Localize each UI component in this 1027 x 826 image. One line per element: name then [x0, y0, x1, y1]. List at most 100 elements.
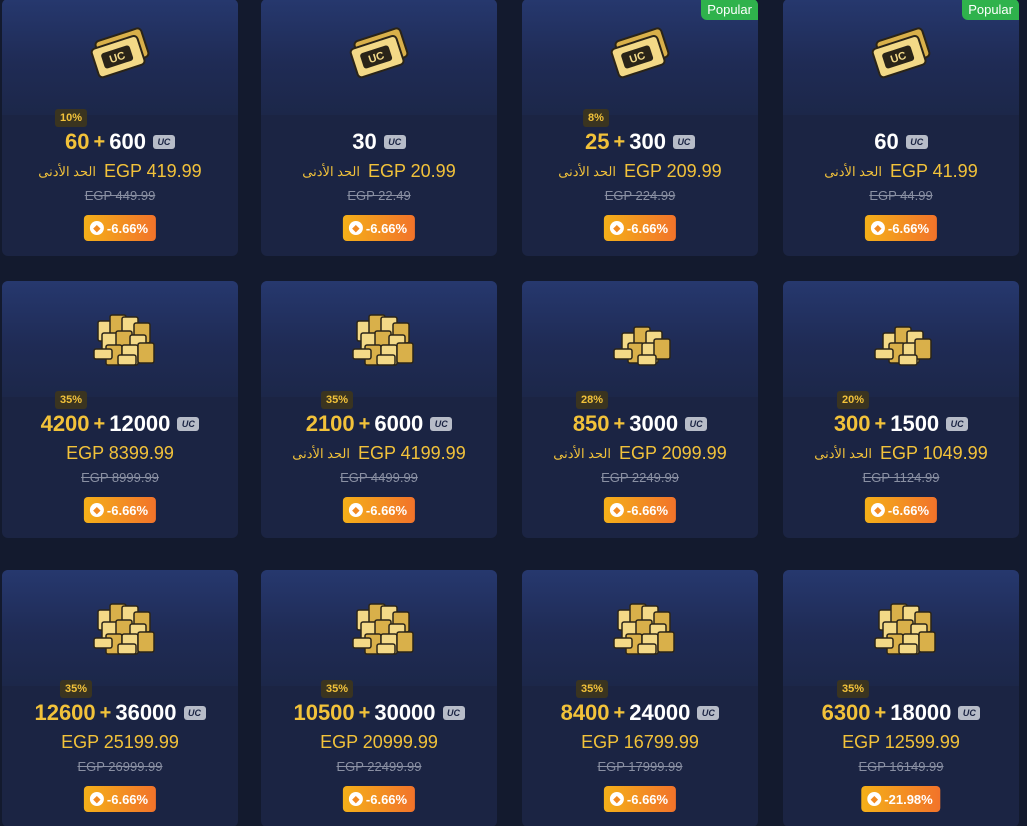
uc-amount: 8400 +24000 UC — [522, 700, 758, 726]
uc-card-icon: UC — [592, 21, 688, 91]
discount-badge: ◆ -6.66% — [603, 786, 677, 812]
uc-package-card[interactable]: 35% 10500 +30000 UC EGP 20999.99 EGP 22499.99… — [261, 570, 497, 826]
uc-package-card[interactable]: 35% 2100 +6000 UC الحد الأدنى EGP 4199.99 EGP … — [261, 281, 497, 538]
discount-badge: ◆ -6.66% — [864, 497, 938, 523]
discount-value: -6.66% — [365, 220, 408, 236]
discount-badge: ◆ -6.66% — [864, 215, 938, 241]
uc-icon: UC — [946, 417, 969, 431]
bonus-percent-badge: 35% — [320, 391, 354, 409]
discount-icon: ◆ — [89, 792, 104, 806]
bonus-percent-badge: 35% — [54, 391, 88, 409]
current-price: EGP 419.99 — [103, 161, 202, 181]
base-amount: 24000 — [629, 700, 691, 725]
plus-sign: + — [874, 412, 887, 435]
uc-amount: 4200 +12000 UC — [2, 411, 238, 437]
bonus-amount: 10500 — [293, 700, 355, 725]
minimum-label: الحد الأدنى — [553, 445, 611, 461]
uc-amount: 850 +3000 UC — [522, 411, 758, 437]
discount-badge: ◆ -6.66% — [603, 497, 677, 523]
uc-amount: 60 UC — [783, 129, 1019, 155]
original-price: EGP 8999.99 — [81, 470, 159, 485]
bonus-percent-badge: 10% — [54, 109, 88, 127]
base-amount: 36000 — [115, 700, 177, 725]
original-price: EGP 16149.99 — [858, 759, 944, 774]
uc-package-card[interactable]: 20% 300 +1500 UC الحد الأدنى EGP 1049.99 EGP 1… — [783, 281, 1019, 538]
discount-value: -21.98% — [884, 791, 933, 807]
uc-package-card[interactable]: Popular UC 60 UC الحد الأدنى EGP 41.99 EGP 4… — [783, 0, 1019, 256]
discount-badge: ◆ -6.66% — [342, 497, 416, 523]
current-price: EGP 1049.99 — [879, 443, 988, 463]
current-price: EGP 20.99 — [367, 161, 456, 181]
uc-amount: 300 +1500 UC — [783, 411, 1019, 437]
plus-sign: + — [613, 412, 626, 435]
uc-card-icon: UC — [853, 21, 949, 91]
price-row: الحد الأدنى EGP 20.99 — [261, 161, 497, 182]
discount-icon: ◆ — [870, 503, 885, 517]
price-row: الحد الأدنى EGP 209.99 — [522, 161, 758, 182]
bonus-amount: 4200 — [40, 411, 90, 436]
current-price: EGP 8399.99 — [66, 443, 174, 463]
uc-package-card[interactable]: 35% 8400 +24000 UC EGP 16799.99 EGP 17999.99 … — [522, 570, 758, 826]
base-amount: 30000 — [374, 700, 436, 725]
uc-package-card[interactable]: UC 10% 60 +600 UC الحد الأدنى EGP 419.99 EGP 4… — [2, 0, 238, 256]
popular-badge: Popular — [962, 0, 1019, 20]
original-price: EGP 4499.99 — [340, 470, 418, 485]
minimum-label: الحد الأدنى — [558, 163, 616, 179]
original-price: EGP 1124.99 — [862, 470, 940, 485]
base-amount: 300 — [629, 129, 666, 154]
original-price: EGP 17999.99 — [597, 759, 683, 774]
plus-sign: + — [613, 130, 626, 153]
uc-package-card[interactable]: 35% 6300 +18000 UC EGP 12599.99 EGP 16149.99 … — [783, 570, 1019, 826]
uc-package-card[interactable]: 35% 12600 +36000 UC EGP 25199.99 EGP 26999.99… — [2, 570, 238, 826]
bonus-percent-badge: 35% — [836, 680, 870, 698]
uc-package-card[interactable]: 35% 4200 +12000 UC EGP 8399.99 EGP 8999.99 ◆ … — [2, 281, 238, 538]
plus-sign: + — [93, 130, 106, 153]
price-row: الحد الأدنى EGP 4199.99 — [261, 443, 497, 464]
discount-icon: ◆ — [89, 221, 104, 235]
popular-badge: Popular — [701, 0, 758, 20]
current-price: EGP 12599.99 — [842, 732, 960, 752]
bonus-percent-badge: 35% — [575, 680, 609, 698]
original-price: EGP 44.99 — [869, 188, 933, 203]
discount-icon: ◆ — [609, 221, 624, 235]
current-price: EGP 4199.99 — [357, 443, 466, 463]
uc-package-card[interactable]: 28% 850 +3000 UC الحد الأدنى EGP 2099.99 EGP 2… — [522, 281, 758, 538]
uc-icon: UC — [905, 135, 928, 149]
discount-value: -6.66% — [106, 791, 149, 807]
uc-package-card[interactable]: UC 30 UC الحد الأدنى EGP 20.99 EGP 22.49 ◆ -… — [261, 0, 497, 256]
discount-icon: ◆ — [89, 503, 104, 517]
uc-icon: UC — [697, 706, 720, 720]
discount-value: -6.66% — [365, 791, 408, 807]
uc-package-card[interactable]: Popular UC 8% 25 +300 UC الحد الأدنى EGP 209.… — [522, 0, 758, 256]
price-row: EGP 16799.99 — [522, 732, 758, 753]
bonus-amount: 300 — [833, 411, 871, 436]
current-price: EGP 41.99 — [889, 161, 978, 181]
original-price: EGP 2249.99 — [601, 470, 679, 485]
discount-icon: ◆ — [348, 792, 363, 806]
bonus-amount: 6300 — [821, 700, 871, 725]
base-amount: 18000 — [890, 700, 952, 725]
bonus-amount: 60 — [65, 129, 90, 154]
uc-amount: 10500 +30000 UC — [261, 700, 497, 726]
discount-icon: ◆ — [609, 792, 624, 806]
price-row: EGP 12599.99 — [783, 732, 1019, 753]
minimum-label: الحد الأدنى — [302, 163, 360, 179]
discount-badge: ◆ -6.66% — [342, 786, 416, 812]
original-price: EGP 22499.99 — [336, 759, 422, 774]
minimum-label: الحد الأدنى — [824, 163, 882, 179]
original-price: EGP 224.99 — [604, 188, 676, 203]
uc-amount: 12600 +36000 UC — [2, 700, 238, 726]
bonus-percent-badge: 8% — [583, 109, 609, 127]
bonus-percent-badge: 35% — [59, 680, 93, 698]
base-amount: 6000 — [374, 411, 424, 436]
original-price: EGP 449.99 — [84, 188, 156, 203]
current-price: EGP 20999.99 — [320, 732, 438, 752]
discount-icon: ◆ — [348, 503, 363, 517]
discount-badge: ◆ -6.66% — [342, 215, 416, 241]
uc-icon: UC — [442, 706, 465, 720]
uc-amount: 2100 +6000 UC — [261, 411, 497, 437]
discount-value: -6.66% — [626, 220, 669, 236]
uc-large-pile-icon — [331, 592, 427, 662]
discount-value: -6.66% — [626, 791, 669, 807]
base-amount: 60 — [874, 129, 899, 154]
